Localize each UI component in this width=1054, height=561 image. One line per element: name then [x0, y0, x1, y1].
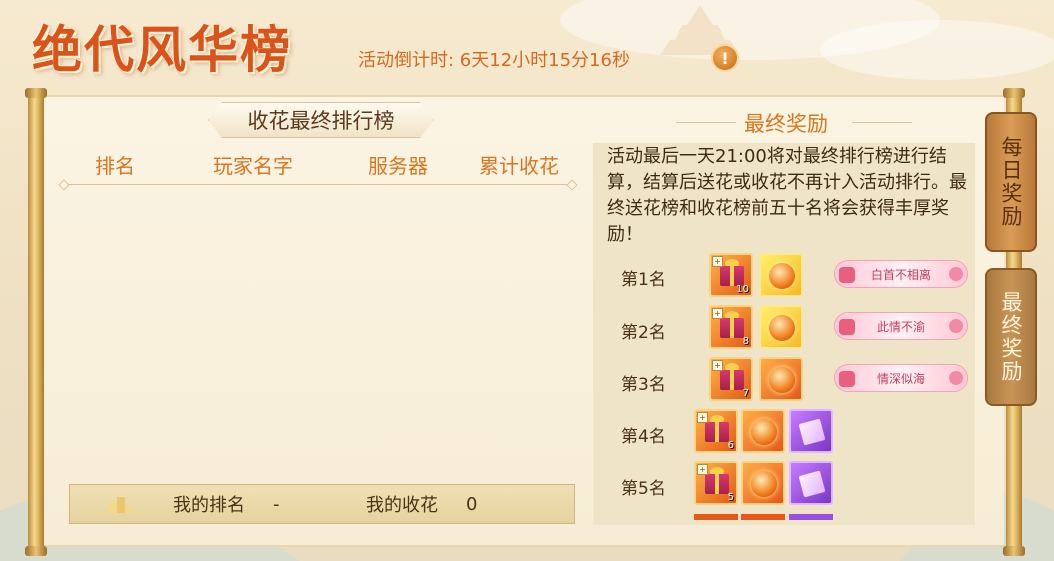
orb-item-partial — [741, 514, 785, 520]
reward-description: 活动最后一天21:00将对最终排行榜进行结算，结算后送花或收花不再计入活动排行。… — [607, 146, 967, 245]
my-flowers-label: 我的收花 — [366, 495, 438, 516]
scroll-rod-left — [25, 88, 47, 556]
orb-item[interactable] — [759, 253, 803, 297]
reward-title: 最终奖励 — [744, 112, 828, 136]
scroll-item-partial — [789, 514, 833, 520]
tier-rank-label: 第1名 — [621, 270, 666, 290]
cloud-decoration — [820, 20, 1054, 80]
page-title: 绝代风华榜 — [32, 20, 292, 79]
column-header-player-name: 玩家名字 — [213, 154, 293, 178]
scroll-item[interactable] — [789, 409, 833, 453]
orb-item[interactable] — [759, 357, 803, 401]
my-rank-bar: 我的排名 - 我的收花 0 — [69, 484, 575, 524]
title-badge[interactable]: 白首不相离 — [834, 260, 968, 288]
info-icon[interactable]: ! — [711, 44, 739, 72]
tier-rank-label: 第5名 — [621, 479, 666, 499]
item-count: 5 — [727, 492, 734, 503]
tier-rank-label: 第4名 — [621, 427, 666, 447]
item-count: 7 — [742, 388, 749, 399]
item-count: 10 — [736, 284, 749, 295]
orb-item[interactable] — [741, 409, 785, 453]
countdown-text: 活动倒计时: 6天12小时15分16秒 — [358, 50, 630, 71]
ranking-title: 收花最终排行榜 — [208, 102, 434, 138]
tier-rank-label: 第3名 — [621, 375, 666, 395]
my-rank-value: - — [273, 493, 280, 515]
podium-icon — [108, 497, 134, 513]
header-divider — [64, 184, 572, 185]
gift-box-item[interactable]: + 5 — [694, 461, 738, 505]
gift-box-item-partial — [694, 514, 738, 520]
gift-box-item[interactable]: + 10 — [709, 253, 753, 297]
tab-daily-reward[interactable]: 每日奖励 — [985, 112, 1037, 252]
tab-final-reward[interactable]: 最终奖励 — [985, 268, 1037, 406]
reward-title-line-left — [676, 122, 736, 123]
pagoda-decoration — [660, 5, 740, 55]
orb-item[interactable] — [741, 461, 785, 505]
my-flowers-value: 0 — [466, 493, 478, 515]
scroll-item[interactable] — [789, 461, 833, 505]
title-badge[interactable]: 情深似海 — [834, 364, 968, 392]
gift-box-item[interactable]: + 8 — [709, 305, 753, 349]
orb-item[interactable] — [759, 305, 803, 349]
gift-box-item[interactable]: + 6 — [694, 409, 738, 453]
item-count: 8 — [742, 336, 749, 347]
column-header-server: 服务器 — [368, 154, 428, 178]
gift-box-item[interactable]: + 7 — [709, 357, 753, 401]
item-count: 6 — [727, 440, 734, 451]
reward-title-line-right — [852, 122, 912, 123]
my-rank-label: 我的排名 — [173, 495, 245, 516]
title-badge[interactable]: 此情不渝 — [834, 312, 968, 340]
tier-rank-label: 第2名 — [621, 323, 666, 343]
column-header-rank: 排名 — [95, 154, 135, 178]
column-header-total-flowers: 累计收花 — [479, 154, 559, 178]
